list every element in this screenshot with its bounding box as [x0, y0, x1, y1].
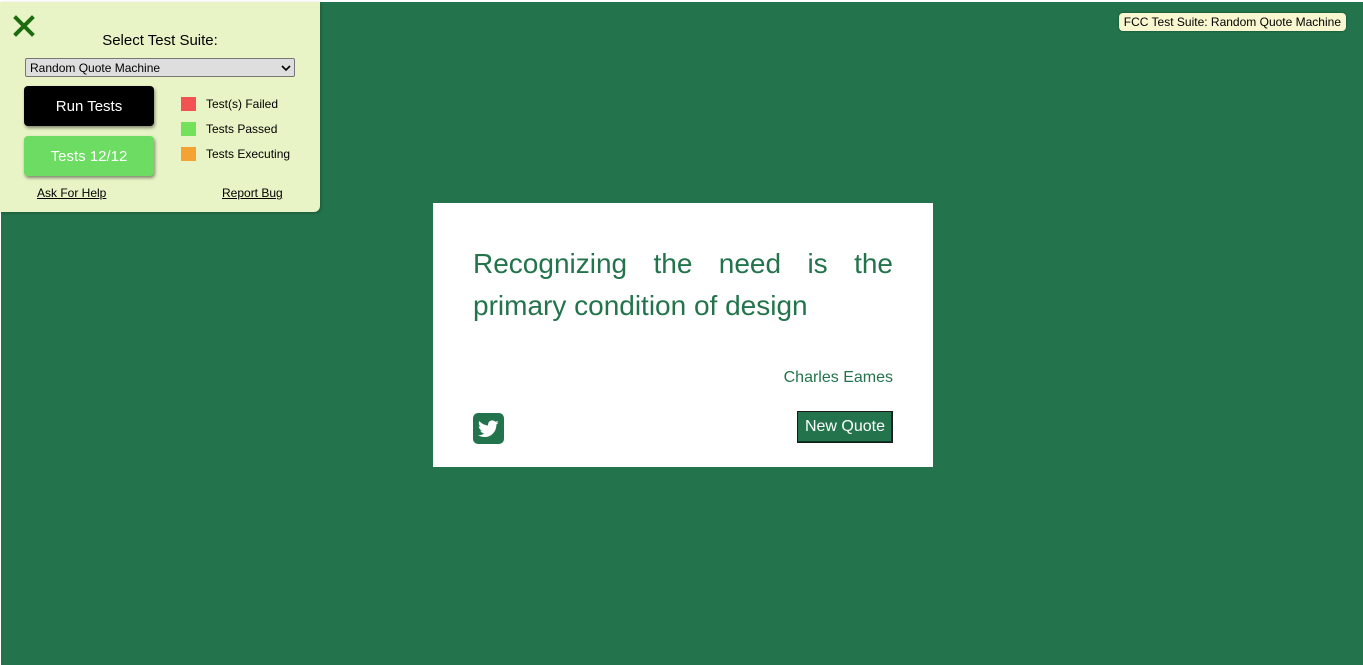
tweet-quote-button[interactable] — [473, 413, 504, 444]
twitter-icon — [478, 419, 499, 437]
new-quote-button[interactable]: New Quote — [796, 411, 893, 443]
chevron-down-icon — [278, 60, 294, 76]
tests-result-button[interactable]: Tests 12/12 — [24, 136, 154, 176]
test-suite-select[interactable]: Random Quote Machine — [25, 58, 295, 77]
ask-for-help-link[interactable]: Ask For Help — [37, 186, 106, 200]
test-suite-badge[interactable]: FCC Test Suite: Random Quote Machine — [1118, 13, 1346, 31]
quote-author: Charles Eames — [783, 369, 893, 386]
run-tests-button[interactable]: Run Tests — [24, 86, 154, 126]
legend-passed: Tests Passed — [181, 122, 277, 136]
quote-text: Recognizing the need is the primary cond… — [473, 248, 893, 321]
passed-swatch — [181, 122, 196, 136]
test-suite-panel: Select Test Suite: Random Quote Machine … — [0, 2, 320, 212]
legend-executing: Tests Executing — [181, 147, 290, 161]
legend-executing-label: Tests Executing — [206, 147, 291, 161]
legend-passed-label: Tests Passed — [206, 122, 278, 136]
legend-failed: Test(s) Failed — [181, 97, 278, 111]
test-suite-select-value: Random Quote Machine — [30, 60, 161, 75]
failed-swatch — [181, 97, 196, 111]
report-bug-link[interactable]: Report Bug — [222, 186, 283, 200]
executing-swatch — [181, 147, 196, 161]
quote-box: Recognizing the need is the primary cond… — [433, 203, 933, 467]
panel-title: Select Test Suite: — [102, 32, 218, 49]
legend-failed-label: Test(s) Failed — [206, 97, 279, 111]
